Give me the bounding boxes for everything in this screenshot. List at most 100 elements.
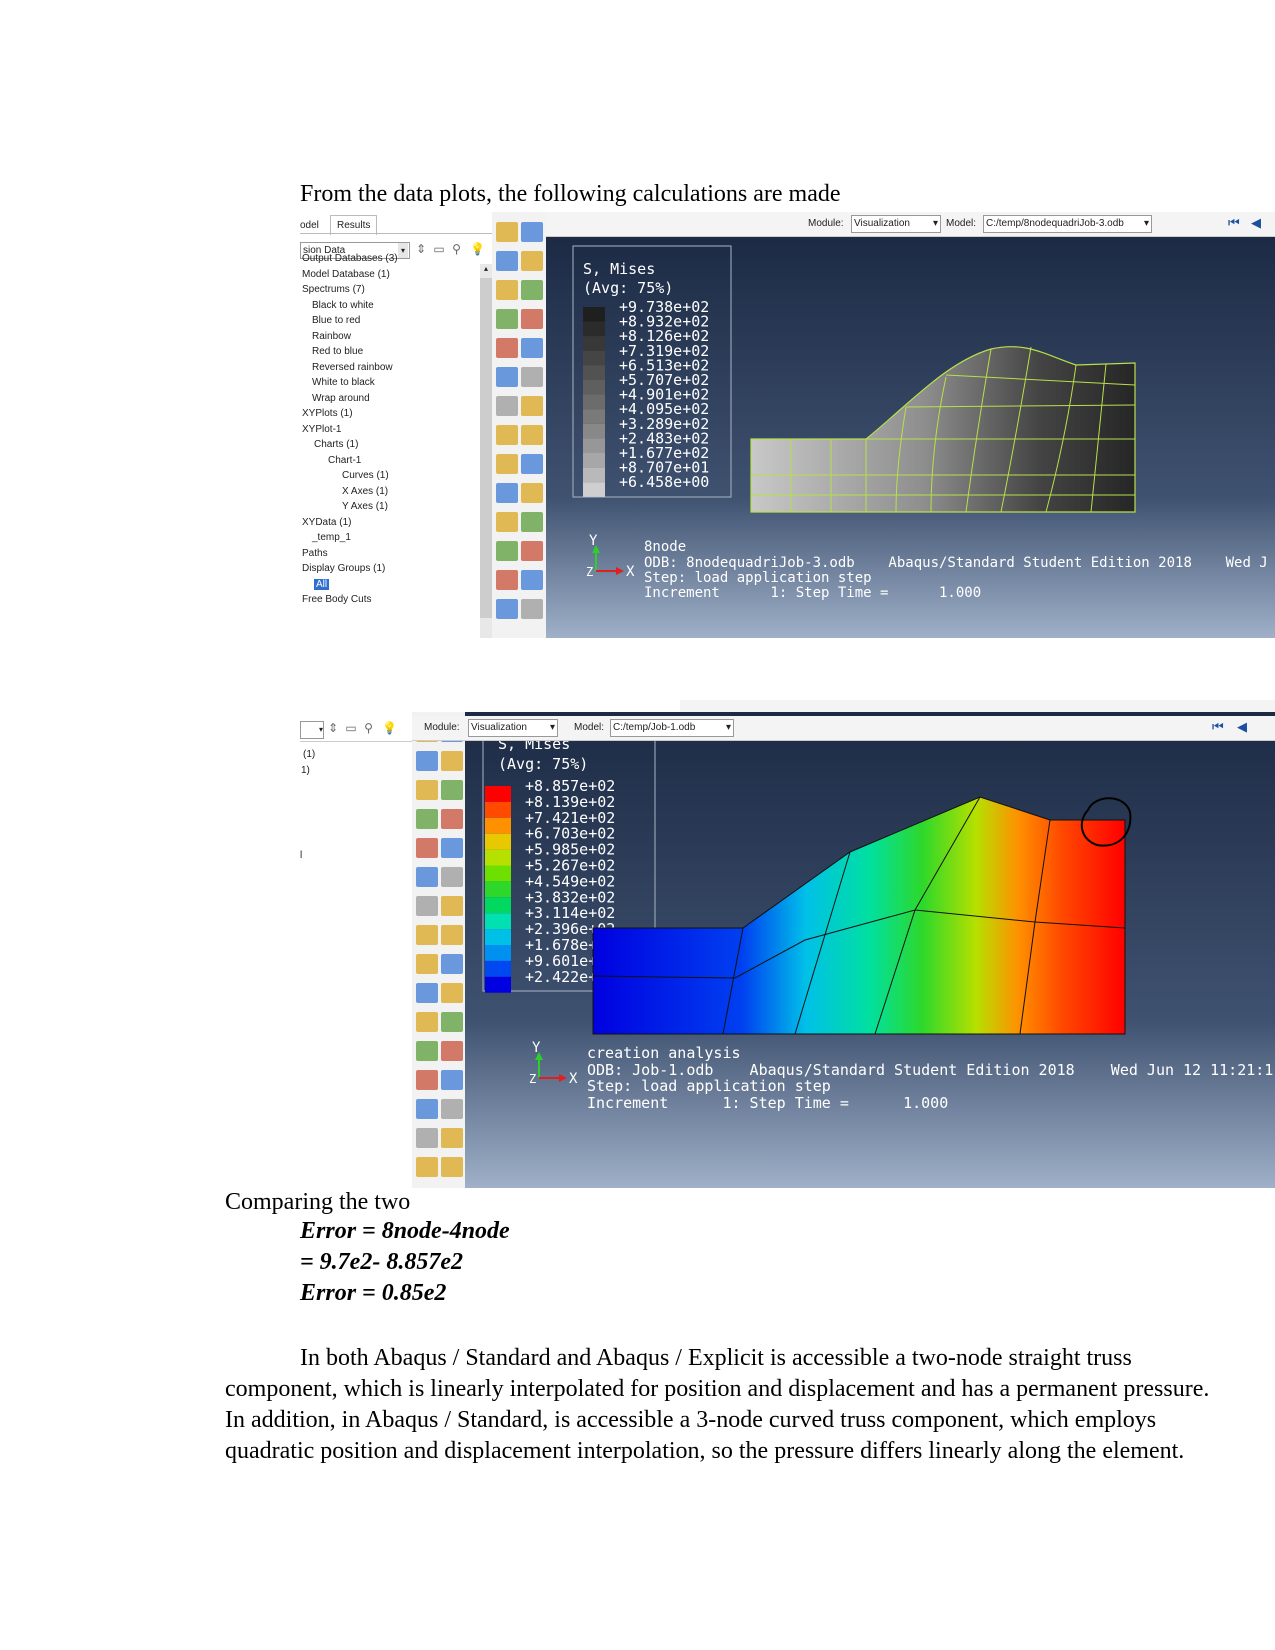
toolbox-tool-icon[interactable] <box>441 1099 463 1119</box>
toolbox-tool-icon[interactable] <box>496 309 518 329</box>
tree-item[interactable]: White to black <box>312 377 375 388</box>
tree-item[interactable]: Output Databases (3) <box>302 253 398 264</box>
model-select[interactable]: C:/temp/Job-1.odb ▾ <box>610 719 734 737</box>
toolbox-tool-icon[interactable] <box>521 570 543 590</box>
toolbox-tool-icon[interactable] <box>441 983 463 1003</box>
toolbox-tool-icon[interactable] <box>521 454 543 474</box>
session-combo-partial[interactable]: ▾ <box>300 721 324 739</box>
tree-item[interactable]: Model Database (1) <box>302 269 390 280</box>
toolbox-tool-icon[interactable] <box>441 1041 463 1061</box>
toolbox-tool-icon[interactable] <box>521 512 543 532</box>
toolbox-tool-icon[interactable] <box>441 751 463 771</box>
tree-item[interactable]: l <box>300 850 302 861</box>
chevron-down-icon[interactable]: ▾ <box>398 243 408 258</box>
toolbox-tool-icon[interactable] <box>441 1070 463 1090</box>
toolbox-tool-icon[interactable] <box>496 512 518 532</box>
toolbox-tool-icon[interactable] <box>521 425 543 445</box>
tree-item[interactable]: X Axes (1) <box>342 486 388 497</box>
toolbox-tool-icon[interactable] <box>416 925 438 945</box>
tab-model[interactable]: odel <box>300 220 319 231</box>
toolbox-tool-icon[interactable] <box>416 1157 438 1177</box>
toolbox-tool-icon[interactable] <box>441 925 463 945</box>
chevron-down-icon[interactable]: ▾ <box>1144 216 1149 232</box>
tree-item[interactable]: Black to white <box>312 300 374 311</box>
toolbox-tool-icon[interactable] <box>441 896 463 916</box>
toolbox-tool-icon[interactable] <box>496 599 518 619</box>
viewport-8node[interactable]: S, Mises (Avg: 75%) +9.738e+02+8.932e+02… <box>546 237 1275 638</box>
tree-item[interactable]: 1) <box>301 765 310 776</box>
toolbox-tool-icon[interactable] <box>521 483 543 503</box>
tree-item[interactable]: Reversed rainbow <box>312 362 393 373</box>
first-frame-icon[interactable]: ⏮ <box>1212 719 1224 735</box>
chevron-down-icon[interactable]: ▾ <box>550 720 555 736</box>
module-select[interactable]: Visualization ▾ <box>851 215 941 233</box>
toolbox-tool-icon[interactable] <box>416 1099 438 1119</box>
toolbox-tool-icon[interactable] <box>416 809 438 829</box>
toolbox-tool-icon[interactable] <box>521 541 543 561</box>
toolbox-tool-icon[interactable] <box>416 954 438 974</box>
toolbox-tool-icon[interactable] <box>416 1128 438 1148</box>
module-select[interactable]: Visualization ▾ <box>468 719 558 737</box>
lightbulb-icon[interactable]: 💡 <box>470 242 485 256</box>
tree-item[interactable]: All <box>314 578 330 590</box>
toolbox-tool-icon[interactable] <box>496 280 518 300</box>
chevron-down-icon[interactable]: ▾ <box>933 216 938 232</box>
tab-results[interactable]: Results <box>330 215 378 235</box>
toolbox-tool-icon[interactable] <box>416 1012 438 1032</box>
toolbox-tool-icon[interactable] <box>416 983 438 1003</box>
previous-frame-icon[interactable]: ◀ <box>1251 215 1261 231</box>
sort-icon[interactable]: ⇕ <box>416 242 426 256</box>
toolbox-tool-icon[interactable] <box>441 1128 463 1148</box>
toolbox-tool-icon[interactable] <box>521 280 543 300</box>
toolbox-tool-icon[interactable] <box>416 867 438 887</box>
tree-item[interactable]: Wrap around <box>312 393 370 404</box>
tree-item[interactable]: Rainbow <box>312 331 351 342</box>
tree-item[interactable]: Free Body Cuts <box>302 594 371 605</box>
toolbox-tool-icon[interactable] <box>521 222 543 242</box>
toolbox-tool-icon[interactable] <box>496 570 518 590</box>
lightbulb-icon[interactable]: 💡 <box>382 721 397 735</box>
tree-item[interactable]: Curves (1) <box>342 470 389 481</box>
tree-item[interactable]: (1) <box>303 749 315 760</box>
toolbox-tool-icon[interactable] <box>496 483 518 503</box>
toolbox-tool-icon[interactable] <box>496 454 518 474</box>
toolbox-tool-icon[interactable] <box>441 1157 463 1177</box>
tree-item[interactable]: Red to blue <box>312 346 363 357</box>
toolbox-tool-icon[interactable] <box>416 1041 438 1061</box>
tree-scrollbar[interactable]: ▴ <box>480 264 492 638</box>
toolbox-tool-icon[interactable] <box>521 599 543 619</box>
toolbox-tool-icon[interactable] <box>496 367 518 387</box>
toolbox-tool-icon[interactable] <box>416 838 438 858</box>
toolbox-tool-icon[interactable] <box>416 751 438 771</box>
tree-item[interactable]: Paths <box>302 548 328 559</box>
scroll-up-icon[interactable]: ▴ <box>480 264 492 276</box>
toolbox-tool-icon[interactable] <box>496 541 518 561</box>
tree-item[interactable]: Charts (1) <box>314 439 358 450</box>
sort-icon[interactable]: ⇕ <box>328 721 338 735</box>
tree-item[interactable]: XYData (1) <box>302 517 351 528</box>
tree-item[interactable]: XYPlots (1) <box>302 408 353 419</box>
toolbox-tool-icon[interactable] <box>496 425 518 445</box>
scroll-thumb[interactable] <box>480 278 492 618</box>
toolbox-tool-icon[interactable] <box>496 396 518 416</box>
toolbox-tool-icon[interactable] <box>441 838 463 858</box>
toolbox-tool-icon[interactable] <box>441 1012 463 1032</box>
toolbox-tool-icon[interactable] <box>496 338 518 358</box>
toolbox-tool-icon[interactable] <box>521 251 543 271</box>
toolbox-tool-icon[interactable] <box>441 867 463 887</box>
filter-icon[interactable]: ⚲ <box>364 721 373 735</box>
toolbox-tool-icon[interactable] <box>416 896 438 916</box>
chevron-down-icon[interactable]: ▾ <box>726 720 731 736</box>
toolbox-tool-icon[interactable] <box>496 222 518 242</box>
toolbox-tool-icon[interactable] <box>441 954 463 974</box>
first-frame-icon[interactable]: ⏮ <box>1228 215 1240 231</box>
viewport-4node[interactable]: S, Mises (Avg: 75%) +8.857e+02+8.139e+02… <box>465 712 1275 1188</box>
toolbox-tool-icon[interactable] <box>521 367 543 387</box>
tree-item[interactable]: Display Groups (1) <box>302 563 385 574</box>
tree-item[interactable]: _temp_1 <box>312 532 351 543</box>
toolbox-tool-icon[interactable] <box>441 809 463 829</box>
toolbox-tool-icon[interactable] <box>521 309 543 329</box>
tree-item[interactable]: XYPlot-1 <box>302 424 341 435</box>
toolbox-tool-icon[interactable] <box>416 780 438 800</box>
folder-icon[interactable]: ▭ <box>345 721 356 735</box>
